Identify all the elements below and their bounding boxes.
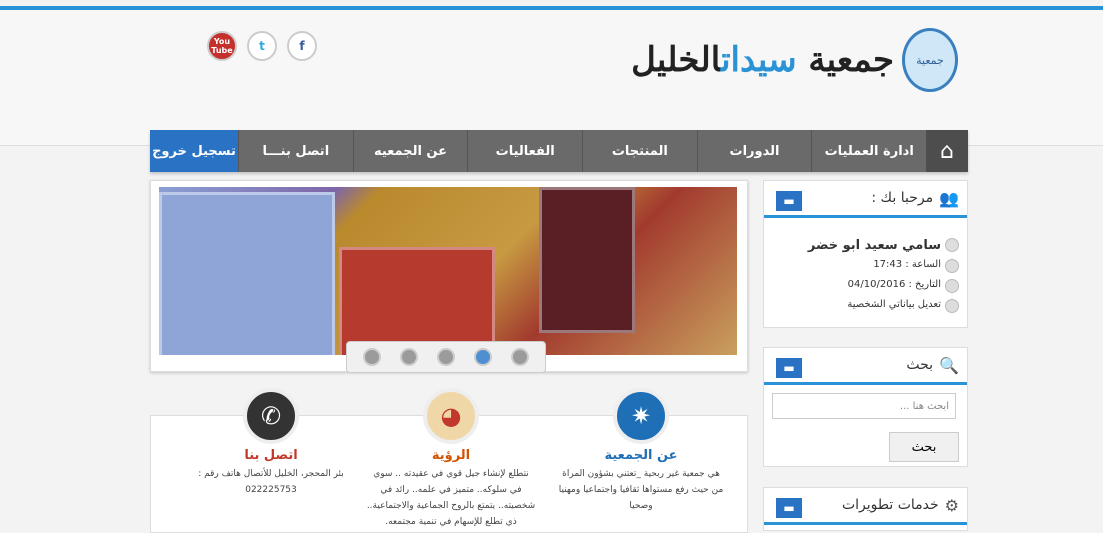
twitter-icon[interactable]: t [247, 31, 277, 61]
home-icon[interactable]: ⌂ [926, 130, 968, 172]
search-box: 🔍 بحث ▬ ابحث هنا ... بحث [763, 347, 968, 467]
nav-courses[interactable]: الدورات [696, 130, 812, 172]
textile-red [339, 247, 495, 355]
nav-contact[interactable]: اتصل بنـــا [237, 130, 353, 172]
slide-image [159, 187, 737, 355]
bullet-icon [945, 299, 959, 313]
search-header: 🔍 بحث ▬ [764, 348, 967, 385]
contact-title: اتصل بنا [244, 448, 298, 463]
welcome-title: مرحبا بك : [871, 190, 934, 206]
textile-blue [159, 192, 335, 355]
slider-dot-active[interactable] [474, 348, 493, 366]
vision-text: نتطلع لإنشاء جيل قوي في عقيدته .. سوي في… [366, 469, 536, 527]
nav-products[interactable]: المنتجات [581, 130, 697, 172]
search-button[interactable]: بحث [889, 432, 959, 462]
site-title: جمعية سيداتالخليل [631, 40, 894, 80]
bullet-icon [945, 259, 959, 273]
edit-profile-link[interactable]: تعديل بياناتي الشخصية [772, 299, 959, 313]
collapse-toggle[interactable]: ▬ [776, 358, 802, 378]
lightbulb-icon: ✷ [613, 388, 669, 444]
social-links: You Tube t f [207, 31, 317, 61]
slider-dot[interactable] [362, 348, 381, 366]
site-brand[interactable]: جمعية جمعية سيداتالخليل [631, 28, 958, 92]
main-nav: ⌂ ادارة العمليات الدورات المنتجات الفعال… [149, 130, 968, 172]
services-header: ⚙ خدمات تطويرات ▬ [764, 488, 967, 525]
collapse-toggle[interactable]: ▬ [776, 498, 802, 518]
header: جمعية جمعية سيداتالخليل You Tube t f [0, 10, 1103, 146]
services-title: خدمات تطويرات [841, 497, 939, 513]
bullet-icon [945, 238, 959, 252]
search-input[interactable]: ابحث هنا ... [772, 393, 956, 419]
info-panel: ✷ عن الجمعية هي جمعية غير ربحية _تعتني ب… [150, 388, 748, 533]
facebook-icon[interactable]: f [287, 31, 317, 61]
collapse-toggle[interactable]: ▬ [776, 191, 802, 211]
vision-title: الرؤية [431, 448, 471, 463]
youtube-icon[interactable]: You Tube [207, 31, 237, 61]
welcome-header: 👥 مرحبا بك : ▬ [764, 181, 967, 218]
slider-dot[interactable] [399, 348, 418, 366]
about-text: هي جمعية غير ربحية _تعتني بشؤون المراة م… [558, 469, 724, 511]
nav-about[interactable]: عن الجمعيه [352, 130, 468, 172]
slider-dot[interactable] [511, 348, 530, 366]
welcome-box: 👥 مرحبا بك : ▬ سامي سعيد ابو خضر الساعة … [763, 180, 968, 328]
user-name-row: سامي سعيد ابو خضر [772, 238, 959, 253]
time-row: الساعة : 17:43 [772, 259, 959, 273]
date-row: التاريخ : 04/10/2016 [772, 279, 959, 293]
image-slider [150, 180, 748, 373]
logout-button[interactable]: تسجيل خروج [149, 130, 238, 172]
search-title: بحث [906, 357, 934, 373]
palette-icon: ◕ [423, 388, 479, 444]
slider-dot[interactable] [436, 348, 455, 366]
search-icon: 🔍 [939, 355, 959, 375]
users-icon: 👥 [939, 188, 959, 208]
about-title: عن الجمعية [604, 448, 678, 463]
services-box: ⚙ خدمات تطويرات ▬ [763, 487, 968, 531]
textile-dark [539, 187, 635, 333]
phone-icon: ✆ [243, 388, 299, 444]
gear-icon: ⚙ [944, 495, 959, 515]
bullet-icon [945, 279, 959, 293]
slider-dots [346, 341, 546, 373]
nav-operations[interactable]: ادارة العمليات [811, 130, 926, 172]
contact-text: بئر المحجر، الخليل للأتصال هاتف رقم : 02… [198, 469, 344, 495]
nav-events[interactable]: الفعاليات [467, 130, 582, 172]
association-logo: جمعية [902, 28, 958, 92]
